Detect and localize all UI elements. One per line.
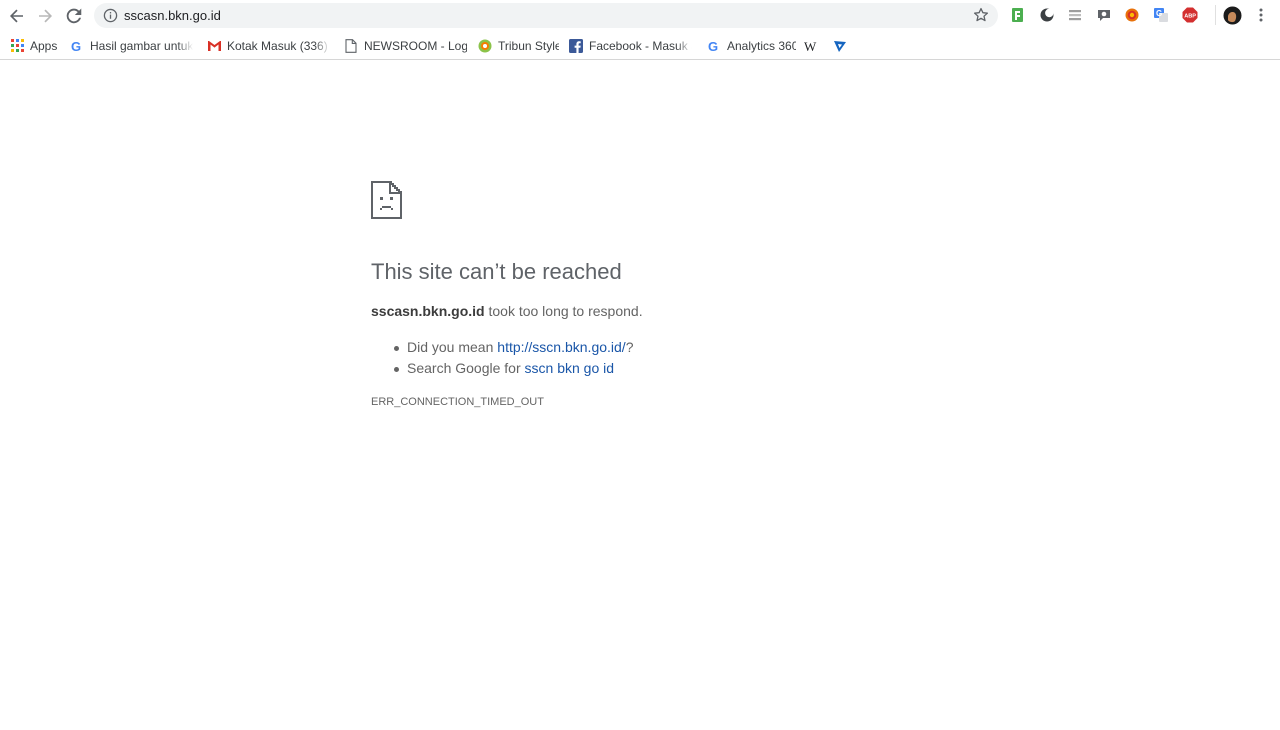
kebab-menu-icon bbox=[1259, 8, 1263, 22]
extension-grid-icon[interactable] bbox=[1067, 7, 1083, 23]
search-google-link[interactable]: sscn bkn go id bbox=[525, 360, 615, 376]
menu-button[interactable] bbox=[1253, 7, 1269, 23]
bookmark-wikipedia[interactable]: W bbox=[804, 36, 822, 55]
browser-toolbar: G ABP bbox=[0, 0, 1280, 31]
bookmark-label: Facebook - Masuk at bbox=[589, 38, 692, 53]
bookmark-label: Hasil gambar untuk ji bbox=[90, 38, 193, 53]
back-button[interactable] bbox=[5, 4, 29, 28]
forward-button[interactable] bbox=[33, 4, 57, 28]
svg-text:G: G bbox=[708, 39, 718, 53]
google-icon: G bbox=[69, 38, 85, 54]
arrow-left-icon bbox=[10, 9, 23, 23]
search-prefix: Search Google for bbox=[407, 360, 525, 376]
avatar-icon bbox=[1223, 6, 1242, 25]
info-icon[interactable] bbox=[103, 8, 118, 23]
bookmark-apps[interactable]: Apps bbox=[9, 36, 59, 55]
wikipedia-icon: W bbox=[804, 38, 820, 54]
list-item: Did you mean http://sscn.bkn.go.id/? bbox=[393, 337, 634, 358]
bookmark-hasil-gambar[interactable]: G Hasil gambar untuk ji bbox=[69, 36, 193, 55]
bookmark-label: Tribun Style bbox=[498, 38, 559, 53]
suggested-url-link[interactable]: http://sscn.bkn.go.id/ bbox=[497, 339, 625, 355]
bookmark-label: Apps bbox=[30, 38, 58, 53]
list-item: Search Google for sscn bkn go id bbox=[393, 358, 633, 379]
address-bar[interactable] bbox=[94, 3, 998, 28]
sad-page-icon bbox=[371, 181, 402, 219]
gmail-icon bbox=[206, 38, 222, 54]
page-icon bbox=[343, 38, 359, 54]
error-code: ERR_CONNECTION_TIMED_OUT bbox=[371, 396, 544, 408]
error-description: sscasn.bkn.go.id took too long to respon… bbox=[371, 303, 643, 319]
arrow-right-icon bbox=[39, 9, 52, 23]
bookmark-play[interactable] bbox=[832, 36, 850, 55]
play-icon bbox=[832, 38, 848, 54]
tribun-icon bbox=[477, 38, 493, 54]
reload-button[interactable] bbox=[62, 4, 86, 28]
bookmark-tribun-style[interactable]: Tribun Style bbox=[477, 36, 559, 55]
error-message: took too long to respond. bbox=[484, 303, 643, 319]
google-translate-icon[interactable]: G bbox=[1153, 7, 1169, 23]
reload-icon bbox=[66, 8, 82, 24]
bookmarks-bar: Apps G Hasil gambar untuk ji Kotak Masuk… bbox=[0, 31, 1280, 60]
error-title: This site can’t be reached bbox=[371, 259, 622, 284]
extension-chat-icon[interactable] bbox=[1096, 7, 1112, 23]
bookmark-label: NEWSROOM - Login bbox=[364, 38, 467, 53]
facebook-icon bbox=[568, 38, 584, 54]
svg-text:G: G bbox=[71, 39, 81, 53]
url-input[interactable] bbox=[124, 3, 944, 28]
bookmark-label: Analytics 360 bbox=[727, 38, 796, 53]
profile-avatar[interactable] bbox=[1223, 6, 1242, 25]
extension-green-icon[interactable] bbox=[1010, 7, 1026, 23]
google-icon: G bbox=[706, 38, 722, 54]
adblock-plus-icon[interactable]: ABP bbox=[1182, 7, 1198, 23]
bookmark-label: Kotak Masuk (336) - e bbox=[227, 38, 330, 53]
suggestion-suffix: ? bbox=[625, 339, 634, 355]
error-suggestions: Did you mean http://sscn.bkn.go.id/? Sea… bbox=[371, 337, 633, 379]
bookmark-kotak-masuk[interactable]: Kotak Masuk (336) - e bbox=[206, 36, 330, 55]
error-page: This site can’t be reached sscasn.bkn.go… bbox=[0, 60, 1280, 730]
svg-text:W: W bbox=[804, 39, 817, 53]
bookmark-facebook[interactable]: Facebook - Masuk at bbox=[568, 36, 692, 55]
bookmark-star-icon[interactable] bbox=[973, 7, 989, 23]
error-host: sscasn.bkn.go.id bbox=[371, 303, 485, 319]
suggestion-prefix: Did you mean bbox=[407, 339, 498, 355]
apps-grid-icon bbox=[9, 38, 25, 54]
bookmark-newsroom[interactable]: NEWSROOM - Login bbox=[343, 36, 467, 55]
svg-text:G: G bbox=[1156, 9, 1162, 18]
extension-color-icon[interactable] bbox=[1124, 7, 1140, 23]
bookmark-analytics-360[interactable]: G Analytics 360 bbox=[706, 36, 796, 55]
svg-text:ABP: ABP bbox=[1184, 14, 1196, 20]
extension-moon-icon[interactable] bbox=[1039, 7, 1055, 23]
